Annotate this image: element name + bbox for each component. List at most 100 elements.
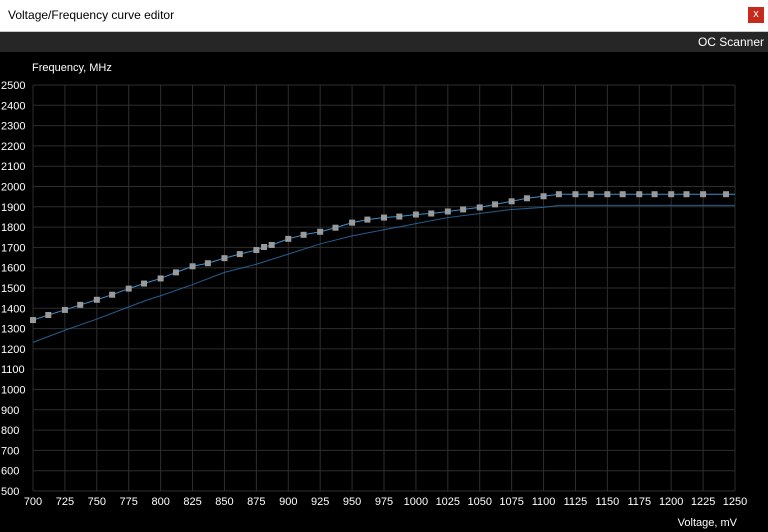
x-tick-label: 825 bbox=[183, 496, 201, 508]
x-tick-label: 900 bbox=[279, 496, 297, 508]
y-tick-labels: 500 600 700 800 900 1000 1100 1200 1300 1400 1500 1… bbox=[1, 80, 25, 498]
curve-point[interactable] bbox=[700, 191, 707, 198]
y-tick-label: 1400 bbox=[1, 303, 25, 315]
curve-point[interactable] bbox=[125, 285, 132, 292]
x-tick-label: 1125 bbox=[564, 496, 588, 508]
oc-scanner-button[interactable]: OC Scanner bbox=[698, 35, 764, 49]
x-tick-label: 1150 bbox=[596, 496, 620, 508]
x-tick-label: 875 bbox=[247, 496, 265, 508]
curve-point[interactable] bbox=[268, 241, 275, 248]
y-tick-label: 700 bbox=[1, 445, 19, 457]
curve-point[interactable] bbox=[204, 260, 211, 267]
x-tick-labels: 700 725 750 775 800 825 850 875 900 925 950 975 1000… bbox=[24, 496, 747, 508]
title-bar: Voltage/Frequency curve editor x bbox=[0, 0, 768, 32]
y-tick-label: 2300 bbox=[1, 121, 25, 133]
x-tick-label: 1225 bbox=[691, 496, 715, 508]
curve-point[interactable] bbox=[572, 191, 579, 198]
x-tick-label: 850 bbox=[215, 496, 233, 508]
curve-point[interactable] bbox=[364, 216, 371, 223]
chart-series[interactable] bbox=[30, 191, 735, 343]
curve-point[interactable] bbox=[412, 211, 419, 218]
curve-point[interactable] bbox=[93, 296, 100, 303]
x-tick-label: 1000 bbox=[404, 496, 428, 508]
curve-point[interactable] bbox=[723, 191, 730, 198]
window-title: Voltage/Frequency curve editor bbox=[8, 8, 175, 22]
curve-point[interactable] bbox=[555, 191, 562, 198]
x-tick-label: 1025 bbox=[436, 496, 460, 508]
y-tick-label: 2400 bbox=[1, 100, 25, 112]
curve-point[interactable] bbox=[109, 291, 116, 298]
x-tick-label: 775 bbox=[120, 496, 138, 508]
y-tick-label: 2500 bbox=[1, 80, 25, 92]
x-tick-label: 950 bbox=[343, 496, 361, 508]
x-axis-label: Voltage, mV bbox=[678, 517, 738, 529]
curve-point[interactable] bbox=[61, 306, 68, 313]
curve-point[interactable] bbox=[221, 255, 228, 262]
x-tick-label: 1100 bbox=[532, 496, 556, 508]
x-tick-label: 1175 bbox=[627, 496, 651, 508]
x-tick-label: 925 bbox=[311, 496, 329, 508]
curve-point[interactable] bbox=[619, 191, 626, 198]
y-tick-label: 1100 bbox=[1, 364, 25, 376]
curve-point[interactable] bbox=[683, 191, 690, 198]
curve-point[interactable] bbox=[317, 228, 324, 235]
y-tick-label: 500 bbox=[1, 486, 19, 498]
x-tick-label: 725 bbox=[56, 496, 74, 508]
curve-point[interactable] bbox=[285, 235, 292, 242]
curve-point[interactable] bbox=[332, 224, 339, 231]
y-tick-label: 1800 bbox=[1, 222, 25, 234]
curve-point[interactable] bbox=[77, 301, 84, 308]
curve-point[interactable] bbox=[172, 269, 179, 276]
y-tick-label: 2000 bbox=[1, 182, 25, 194]
curve-point[interactable] bbox=[476, 204, 483, 211]
curve-point[interactable] bbox=[604, 191, 611, 198]
curve-point[interactable] bbox=[636, 191, 643, 198]
curve-point[interactable] bbox=[157, 275, 164, 282]
curve-point[interactable] bbox=[236, 251, 243, 258]
curve-point[interactable] bbox=[651, 191, 658, 198]
y-tick-label: 600 bbox=[1, 466, 19, 478]
x-tick-label: 1075 bbox=[499, 496, 523, 508]
curve-point[interactable] bbox=[508, 198, 515, 205]
curve-point[interactable] bbox=[540, 193, 547, 200]
vf-curve-chart[interactable]: Frequency, MHz Voltage, mV 500 600 700 800 9… bbox=[0, 52, 768, 532]
curve-point[interactable] bbox=[381, 214, 387, 221]
curve-point[interactable] bbox=[300, 231, 307, 238]
y-tick-label: 800 bbox=[1, 425, 19, 437]
curve-point[interactable] bbox=[45, 311, 52, 318]
toolbar: OC Scanner bbox=[0, 32, 768, 52]
curve-point[interactable] bbox=[492, 201, 499, 208]
chart-grid bbox=[32, 84, 736, 492]
y-tick-label: 1000 bbox=[1, 385, 25, 397]
y-axis-label: Frequency, MHz bbox=[32, 62, 112, 74]
x-tick-label: 1200 bbox=[659, 496, 683, 508]
curve-point[interactable] bbox=[30, 317, 36, 324]
curve-point[interactable] bbox=[444, 208, 451, 215]
y-tick-label: 1500 bbox=[1, 283, 25, 295]
x-tick-label: 1050 bbox=[467, 496, 491, 508]
y-tick-label: 2200 bbox=[1, 141, 25, 153]
y-tick-label: 1300 bbox=[1, 324, 25, 336]
curve-point[interactable] bbox=[460, 206, 467, 213]
close-button[interactable]: x bbox=[748, 7, 764, 23]
y-tick-label: 2100 bbox=[1, 161, 25, 173]
curve-point[interactable] bbox=[587, 191, 594, 198]
curve-point[interactable] bbox=[141, 280, 148, 287]
x-tick-label: 975 bbox=[375, 496, 393, 508]
curve-point[interactable] bbox=[668, 191, 675, 198]
curve-point[interactable] bbox=[428, 210, 435, 217]
y-tick-label: 1900 bbox=[1, 202, 25, 214]
curve-point[interactable] bbox=[349, 219, 356, 226]
curve-point[interactable] bbox=[396, 213, 403, 220]
y-tick-label: 1200 bbox=[1, 344, 25, 356]
x-tick-label: 750 bbox=[88, 496, 106, 508]
curve-point[interactable] bbox=[261, 243, 268, 250]
x-tick-label: 800 bbox=[151, 496, 169, 508]
curve-point[interactable] bbox=[189, 263, 196, 270]
y-tick-label: 1600 bbox=[1, 263, 25, 275]
curve-point[interactable] bbox=[253, 247, 260, 254]
curve-point[interactable] bbox=[523, 195, 530, 202]
x-tick-label: 1250 bbox=[723, 496, 747, 508]
y-tick-label: 1700 bbox=[1, 242, 25, 254]
y-tick-label: 900 bbox=[1, 405, 19, 417]
